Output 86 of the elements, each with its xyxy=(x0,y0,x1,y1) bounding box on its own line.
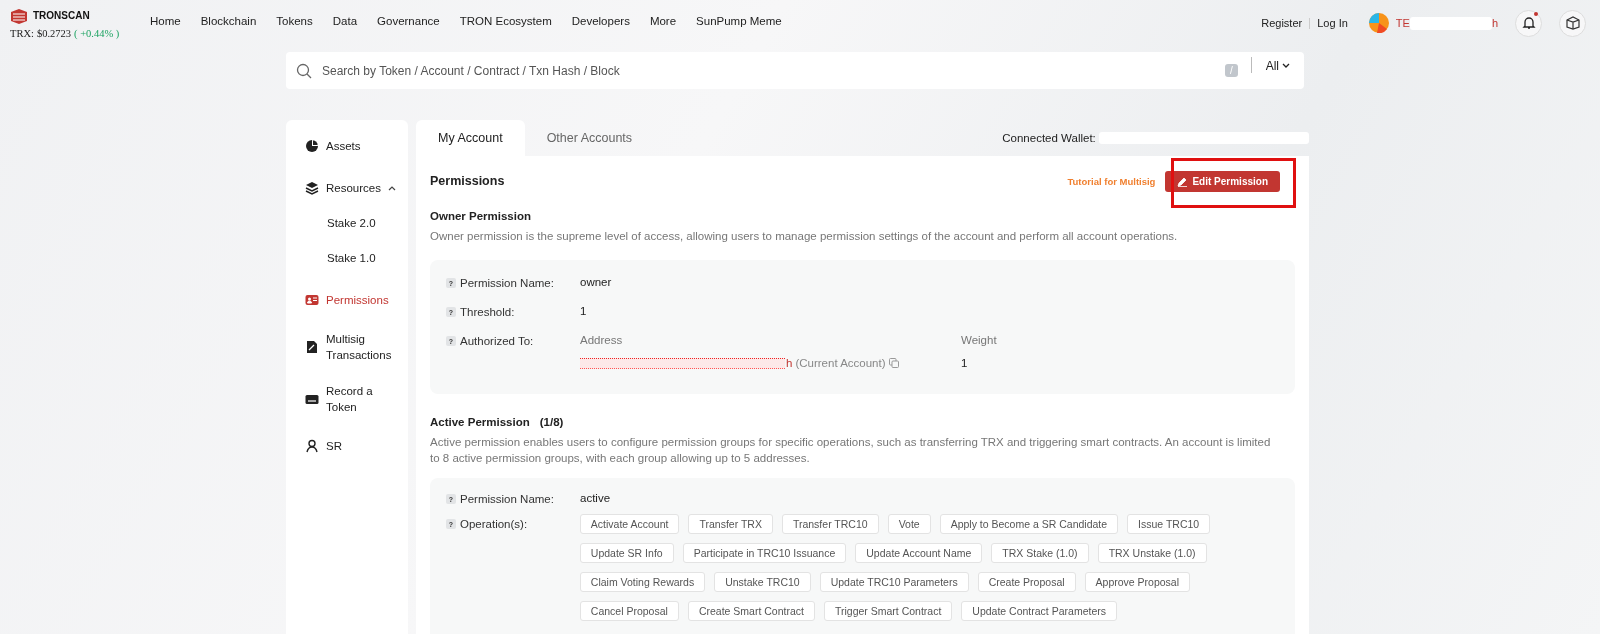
address-link[interactable]: h xyxy=(786,357,793,369)
price-change: ( +0.44% ) xyxy=(74,27,120,39)
notification-button[interactable] xyxy=(1515,9,1542,37)
search-field[interactable]: Search by Token / Account / Contract / Txn Hash / Block / All xyxy=(286,52,1304,89)
sidebar-item[interactable]: Resources xyxy=(286,177,408,199)
logo-text: TRONSCAN xyxy=(33,10,90,21)
chevron-down-icon xyxy=(1282,62,1290,69)
nav-link[interactable]: Tokens xyxy=(276,15,313,27)
price-label: TRX: xyxy=(10,27,34,39)
operation-tag: Claim Voting Rewards xyxy=(579,572,706,592)
operation-tag: Create Proposal xyxy=(977,572,1076,592)
search-icon xyxy=(296,62,312,79)
table-cell-text: 1 xyxy=(961,357,969,369)
field-value: owner xyxy=(580,276,612,290)
field-value: active xyxy=(580,492,611,506)
field-label: Operation(s): xyxy=(460,518,528,530)
sidebar-subitem[interactable]: Stake 2.0 xyxy=(286,217,408,229)
account-tab[interactable]: Other Accounts xyxy=(524,120,655,156)
field-value: 1 xyxy=(580,305,587,319)
operation-tag: Apply to Become a SR Candidate xyxy=(939,514,1119,534)
column-header: Weight xyxy=(961,334,998,346)
price-value: $0.2723 xyxy=(36,27,72,39)
person-icon xyxy=(305,439,319,453)
group-count: (1/8) xyxy=(539,416,564,428)
nav-link[interactable]: Governance xyxy=(377,15,440,27)
operation-tag: TRX Unstake (1.0) xyxy=(1097,543,1207,563)
username-text[interactable]: h xyxy=(1491,17,1498,29)
sidebar-item[interactable]: Multisig Transactions xyxy=(286,331,408,363)
operation-tag: Cancel Proposal xyxy=(579,601,679,621)
nav-link[interactable]: Home xyxy=(150,15,181,27)
sidebar-item[interactable]: Permissions xyxy=(286,289,408,311)
bell-icon xyxy=(1521,16,1536,30)
scope-dropdown[interactable]: All xyxy=(1265,58,1290,73)
pie-chart-icon xyxy=(305,139,319,153)
sidebar-item[interactable]: SR xyxy=(286,435,408,457)
nav-link[interactable]: SunPump Meme xyxy=(696,15,782,27)
description-text: Active permission enables users to configure permission groups for specific operations, such as transferring TRX and triggering smart contracts. An account is limited to 8 active permission groups, with each group allowing up to 5 addresses. xyxy=(430,435,1272,466)
document-icon xyxy=(305,340,319,354)
field-label: Permission Name: xyxy=(460,493,554,505)
field-label: Authorized To: xyxy=(460,335,534,347)
description-text: Owner permission is the supreme level of access, allowing users to manage permission settings of the account and perform all account operations. xyxy=(430,229,1179,244)
operation-tag: Activate Account xyxy=(579,514,680,534)
section-title: Permissions xyxy=(430,174,505,188)
subsection-title: Owner Permission xyxy=(430,210,532,222)
field-label: Threshold: xyxy=(460,306,515,318)
operation-tag: Unstake TRC10 xyxy=(714,572,811,592)
copy-icon xyxy=(888,358,899,368)
sidebar-item[interactable]: Record a Token xyxy=(286,383,408,415)
nav-link[interactable]: Blockchain xyxy=(200,15,257,27)
column-header: Address xyxy=(580,334,624,346)
box-icon xyxy=(1564,16,1581,30)
nav-link[interactable]: Developers xyxy=(571,15,630,27)
account-tab[interactable]: My Account xyxy=(416,120,525,156)
wallet-button[interactable] xyxy=(1559,9,1586,37)
operation-tag: Vote xyxy=(887,514,931,534)
sidebar-item[interactable]: Assets xyxy=(286,135,408,157)
account-note: (Current Account) xyxy=(795,357,886,369)
nav-link[interactable]: More xyxy=(649,15,677,27)
operation-tag: Create Smart Contract xyxy=(687,601,815,621)
login-link[interactable]: Log In xyxy=(1317,17,1348,29)
register-link[interactable]: Register xyxy=(1261,17,1303,29)
wallet-label: Connected Wallet: xyxy=(1002,132,1097,144)
operation-tag: Update Account Name xyxy=(855,543,983,563)
operation-tag: Trigger Smart Contract xyxy=(823,601,953,621)
field-label: Permission Name: xyxy=(460,277,554,289)
operation-tag: Update SR Info xyxy=(579,543,674,563)
nav-link[interactable]: Data xyxy=(332,15,358,27)
operation-tag: Issue TRC10 xyxy=(1127,514,1211,534)
username-text[interactable]: TE xyxy=(1395,17,1410,29)
operation-tag: Approve Proposal xyxy=(1084,572,1191,592)
operation-tag: Transfer TRX xyxy=(688,514,773,534)
sidebar-subitem[interactable]: Stake 1.0 xyxy=(286,252,408,264)
pencil-icon xyxy=(1177,175,1189,187)
operation-tag: TRX Stake (1.0) xyxy=(991,543,1089,563)
id-card-icon xyxy=(305,293,319,307)
operation-tag: Participate in TRC10 Issuance xyxy=(682,543,847,563)
logo-icon xyxy=(10,7,28,24)
subsection-title: Active Permission xyxy=(430,416,530,428)
operation-tag: Update TRC10 Parameters xyxy=(819,572,969,592)
avatar-icon xyxy=(1368,13,1389,33)
operation-tag: Transfer TRC10 xyxy=(781,514,879,534)
card-icon xyxy=(305,392,319,406)
operation-tag: Update Contract Parameters xyxy=(961,601,1117,621)
layers-icon xyxy=(305,181,319,195)
nav-link[interactable]: TRON Ecosystem xyxy=(459,15,552,27)
edit-permission-button[interactable]: Edit Permission xyxy=(1165,170,1280,192)
